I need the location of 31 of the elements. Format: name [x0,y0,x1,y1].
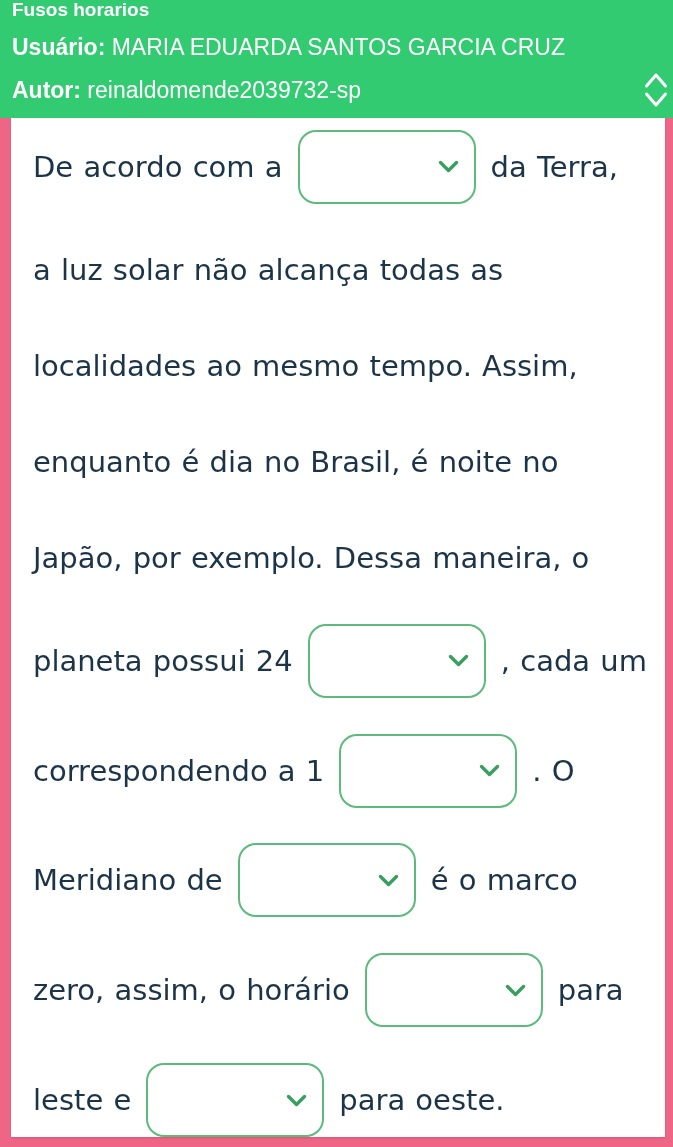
passage-text: De acordo com a [33,148,283,186]
answer-dropdown[interactable] [146,1063,325,1138]
chevron-down-icon [286,1093,308,1107]
answer-dropdown[interactable] [237,843,416,918]
chevron-down-icon [479,764,501,778]
answer-dropdown[interactable] [339,733,518,808]
answer-dropdown[interactable] [364,953,543,1028]
passage-text: é o marco [430,862,578,900]
page-title: Fusos horarios [12,0,150,19]
passage-text: da Terra, [490,148,618,186]
chevron-down-icon [504,983,526,997]
chevron-down-icon [447,654,469,668]
passage-text: localidades ao mesmo tempo. Assim, [33,347,578,385]
passage-text: zero, assim, o horário [33,972,350,1010]
passage-text: , cada um [500,642,647,680]
answer-dropdown[interactable] [297,129,476,204]
passage-text: para oeste. [339,1082,505,1120]
answer-dropdown[interactable] [307,623,486,698]
passage-text: para [557,972,624,1010]
passage-text: planeta possui 24 [33,642,293,680]
passage-text: Japão, por exemplo. Dessa maneira, o [33,539,590,577]
passage-text: correspondendo a 1 [33,752,325,790]
passage-text: leste e [33,1082,132,1120]
user-info: Usuário: MARIA EDUARDA SANTOS GARCIA CRUZ [12,33,565,61]
passage-text: enquanto é dia no Brasil, é noite no [33,443,559,481]
passage-text: . O [532,752,575,790]
chevron-down-icon [377,873,399,887]
chevron-down-icon [437,160,459,174]
author-info: Autor: reinaldomende2039732-sp [12,76,362,104]
passage-text: Meridiano de [33,862,223,900]
passage-text: a luz solar não alcança todas as [33,251,504,289]
